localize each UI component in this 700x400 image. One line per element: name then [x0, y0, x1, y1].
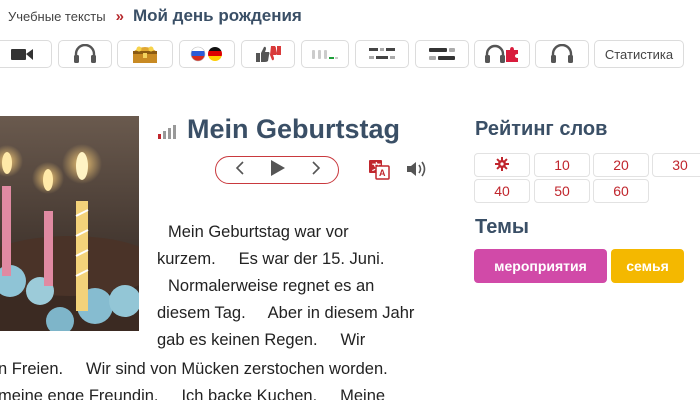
language-button[interactable] [179, 40, 235, 68]
rating-option-30[interactable]: 30 [652, 153, 700, 177]
rating-option-40[interactable]: 40 [474, 179, 530, 203]
breadcrumb-parent-link[interactable]: Учебные тексты [8, 9, 106, 24]
flags-icon [190, 46, 224, 62]
puzzle-button[interactable] [474, 40, 530, 68]
blocks-button[interactable] [415, 40, 469, 68]
topic-tag-family[interactable]: семья [611, 249, 684, 283]
headphones-icon [73, 44, 97, 64]
blocks-icon [427, 46, 457, 62]
thumbs-button[interactable] [241, 40, 295, 68]
article-line: gab es keinen Regen. Wir [157, 331, 366, 349]
treasure-chest-icon [130, 43, 160, 65]
article-line: Mein Geburtstag war vor [168, 223, 349, 241]
svg-text:A: A [379, 168, 386, 178]
bars-dots-icon [310, 47, 340, 61]
statistics-label: Статистика [604, 46, 674, 62]
previous-sentence-button[interactable] [230, 157, 250, 183]
rating-settings-button[interactable] [474, 153, 530, 177]
list-lines-icon [367, 46, 397, 62]
video-button[interactable] [0, 40, 52, 68]
article-line: kurzem. Es war der 15. Juni. [157, 250, 385, 268]
play-button[interactable] [266, 157, 290, 183]
audio-player [215, 156, 339, 184]
article-title: Mein Geburtstag [187, 114, 401, 144]
chevron-left-icon [235, 160, 245, 181]
chevron-right-icon [311, 160, 321, 181]
breadcrumb-separator: » [115, 7, 124, 25]
article-line: Normalerweise regnet es an [168, 277, 375, 295]
word-rating-title: Рейтинг слов [475, 118, 608, 140]
speaker-icon[interactable] [406, 160, 428, 183]
play-icon [270, 159, 286, 182]
listen-button[interactable] [58, 40, 112, 68]
rating-option-50[interactable]: 50 [534, 179, 590, 203]
difficulty-bars-icon [157, 125, 177, 144]
topics-title: Темы [475, 216, 529, 238]
listen-button-2[interactable] [535, 40, 589, 68]
rating-option-60[interactable]: 60 [593, 179, 649, 203]
rating-option-10[interactable]: 10 [534, 153, 590, 177]
breadcrumb-current: Мой день рождения [132, 6, 302, 25]
article-line: n Freien. Wir sind von Mücken zerstochen… [0, 360, 388, 378]
article-line: diesem Tag. Aber in diesem Jahr [157, 304, 415, 322]
gear-icon [495, 156, 509, 174]
headphones-puzzle-icon [484, 44, 520, 64]
thumbs-icon [253, 44, 283, 64]
list-button[interactable] [355, 40, 409, 68]
video-camera-icon [9, 46, 35, 62]
headphones-icon [550, 44, 574, 64]
treasure-button[interactable] [117, 40, 173, 68]
topic-tag-events[interactable]: мероприятия [474, 249, 607, 283]
birthday-cake-image [0, 116, 139, 331]
rating-option-20[interactable]: 20 [593, 153, 649, 177]
article-line: meine enge Freundin. Ich backe Kuchen. M… [0, 387, 386, 400]
statistics-button[interactable]: Статистика [594, 40, 684, 68]
translate-icon[interactable]: 文A [368, 158, 390, 185]
next-sentence-button[interactable] [306, 157, 326, 183]
breadcrumb: Учебные тексты » Мой день рождения [8, 5, 302, 27]
bars-button[interactable] [301, 40, 349, 68]
